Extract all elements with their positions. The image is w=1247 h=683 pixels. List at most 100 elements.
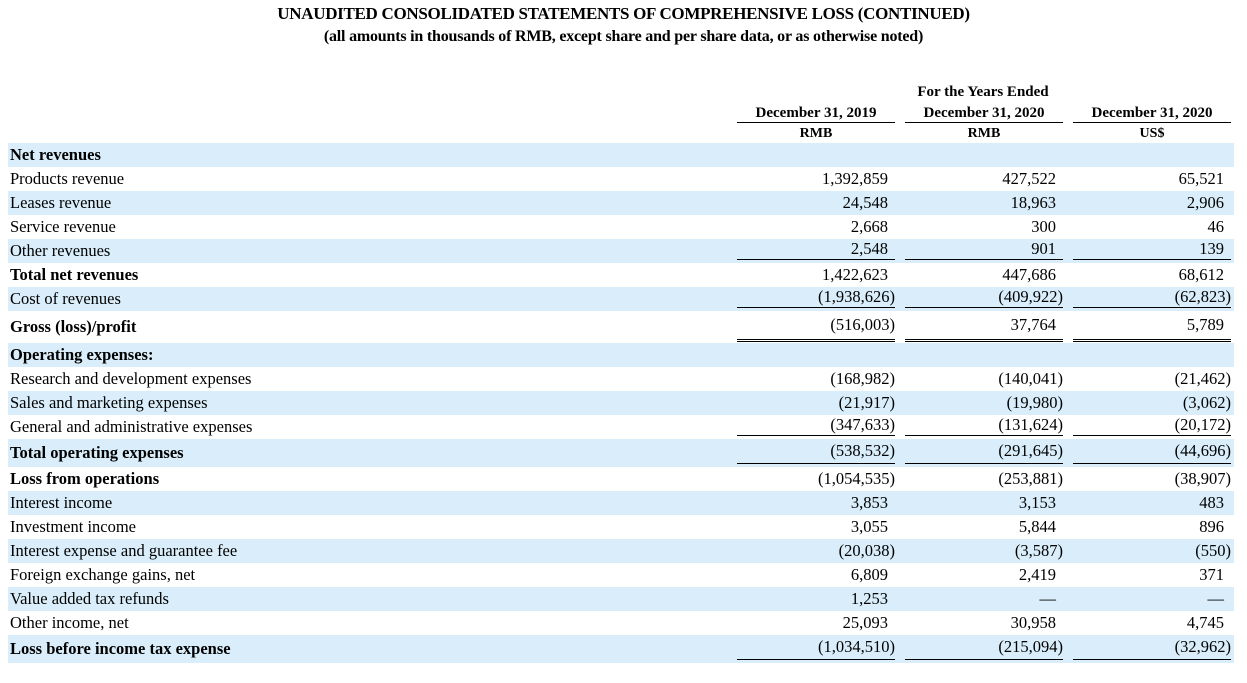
table-row: Cost of revenues (1,938,626) (409,922) (62,… [8, 287, 1234, 311]
value-text: (1,938,626) [818, 287, 895, 306]
value-text: (347,633) [830, 415, 895, 434]
row-value-1: 2,548 [737, 239, 895, 260]
row-label: Other income, net [10, 613, 129, 632]
row-value-3: 371 [1073, 563, 1231, 587]
row-value-2: 18,963 [905, 191, 1063, 215]
value-text: 24,548 [842, 193, 888, 212]
table-row: Service revenue 2,668 300 46 [8, 215, 1234, 239]
value-text: (140,041) [998, 369, 1063, 388]
table-row: Foreign exchange gains, net 6,809 2,419 371 [8, 563, 1234, 587]
row-label: Research and development expenses [10, 369, 252, 388]
value-text: 2,548 [850, 239, 888, 258]
row-value-2: 901 [905, 239, 1063, 260]
row-value-1: (1,054,535) [737, 467, 895, 491]
value-text: 1,253 [850, 589, 888, 608]
row-value-1: (1,938,626) [737, 287, 895, 308]
row-value-3: 483 [1073, 491, 1231, 515]
value-text: 139 [1199, 239, 1224, 258]
page-title: UNAUDITED CONSOLIDATED STATEMENTS OF COM… [277, 4, 970, 23]
row-value-1: 25,093 [737, 611, 895, 635]
table-row: Interest income 3,853 3,153 483 [8, 491, 1234, 515]
value-text: (550) [1195, 541, 1231, 560]
row-value-2: 37,764 [905, 311, 1063, 342]
row-value-1: (20,038) [737, 539, 895, 563]
row-value-3: 46 [1073, 215, 1231, 239]
column-unit-3: US$ [1139, 126, 1165, 141]
row-label: Loss before income tax expense [10, 639, 231, 658]
value-text: 483 [1199, 493, 1224, 512]
table-row: Total net revenues 1,422,623 447,686 68,612 [8, 263, 1234, 287]
value-text: (32,962) [1174, 637, 1231, 656]
row-label: Loss from operations [10, 469, 160, 488]
row-value-2: (19,980) [905, 391, 1063, 415]
value-text: 1,392,859 [822, 169, 888, 188]
value-text: 2,668 [850, 217, 888, 236]
value-text: (516,003) [830, 315, 895, 334]
row-value-2: 30,958 [905, 611, 1063, 635]
row-value-3: 5,789 [1073, 311, 1231, 342]
value-text: (1,054,535) [818, 469, 895, 488]
value-text: 25,093 [842, 613, 888, 632]
value-text: 371 [1199, 565, 1224, 584]
value-text: 5,789 [1186, 315, 1224, 334]
row-value-2: (291,645) [905, 439, 1063, 464]
column-date-3: December 31, 2020 [1073, 104, 1231, 123]
row-label: Interest expense and guarantee fee [10, 541, 238, 560]
value-text: — [1039, 589, 1057, 608]
value-text: 447,686 [1002, 265, 1056, 284]
value-text: 896 [1199, 517, 1224, 536]
row-value-1 [737, 143, 895, 167]
value-text: 2,906 [1186, 193, 1224, 212]
row-value-2: (3,587) [905, 539, 1063, 563]
value-text: (538,532) [830, 441, 895, 460]
value-text: 901 [1031, 239, 1056, 258]
row-label: Investment income [10, 517, 137, 536]
row-label: Net revenues [10, 145, 101, 164]
row-value-1: 1,422,623 [737, 263, 895, 287]
value-text: (3,062) [1182, 393, 1231, 412]
value-text: (409,922) [998, 287, 1063, 306]
table-row: Other revenues 2,548 901 139 [8, 239, 1234, 263]
value-text: 427,522 [1002, 169, 1056, 188]
value-text: 3,153 [1018, 493, 1056, 512]
column-date-1: December 31, 2019 [737, 104, 895, 123]
value-text: (38,907) [1174, 469, 1231, 488]
period-header: For the Years Ended [917, 84, 1049, 100]
row-value-3: (3,062) [1073, 391, 1231, 415]
value-text: (1,034,510) [818, 637, 895, 656]
row-label: Other revenues [10, 241, 111, 260]
value-text: 6,809 [850, 565, 888, 584]
value-text: (131,624) [998, 415, 1063, 434]
row-value-1: 1,253 [737, 587, 895, 611]
column-date-2: December 31, 2020 [905, 104, 1063, 123]
row-value-1: (21,917) [737, 391, 895, 415]
row-label: Leases revenue [10, 193, 112, 212]
row-label: Foreign exchange gains, net [10, 565, 196, 584]
row-value-1: (538,532) [737, 439, 895, 464]
statement-table: Net revenues Products revenue 1,392,859 427… [8, 143, 1234, 663]
table-row: Operating expenses: [8, 343, 1234, 367]
row-label: Total operating expenses [10, 443, 184, 462]
row-value-2: 3,153 [905, 491, 1063, 515]
row-value-3 [1073, 143, 1231, 167]
value-text: (44,696) [1174, 441, 1231, 460]
table-row: Loss from operations (1,054,535) (253,881)… [8, 467, 1234, 491]
row-value-1: (516,003) [737, 311, 895, 342]
table-row: Value added tax refunds 1,253 — — [8, 587, 1234, 611]
table-row: Gross (loss)/profit (516,003) 37,764 5,789 [8, 311, 1234, 343]
row-label: General and administrative expenses [10, 417, 253, 436]
value-text: (253,881) [998, 469, 1063, 488]
table-row: Research and development expenses (168,98… [8, 367, 1234, 391]
row-value-3: 2,906 [1073, 191, 1231, 215]
row-value-2: 300 [905, 215, 1063, 239]
row-value-1: 24,548 [737, 191, 895, 215]
table-row: Loss before income tax expense (1,034,510… [8, 635, 1234, 663]
row-value-2: 427,522 [905, 167, 1063, 191]
row-label: Interest income [10, 493, 113, 512]
value-text: (215,094) [998, 637, 1063, 656]
row-value-2: (215,094) [905, 635, 1063, 660]
table-row: Interest expense and guarantee fee (20,03… [8, 539, 1234, 563]
row-value-1: 2,668 [737, 215, 895, 239]
value-text: 2,419 [1018, 565, 1056, 584]
row-value-2 [905, 143, 1063, 167]
